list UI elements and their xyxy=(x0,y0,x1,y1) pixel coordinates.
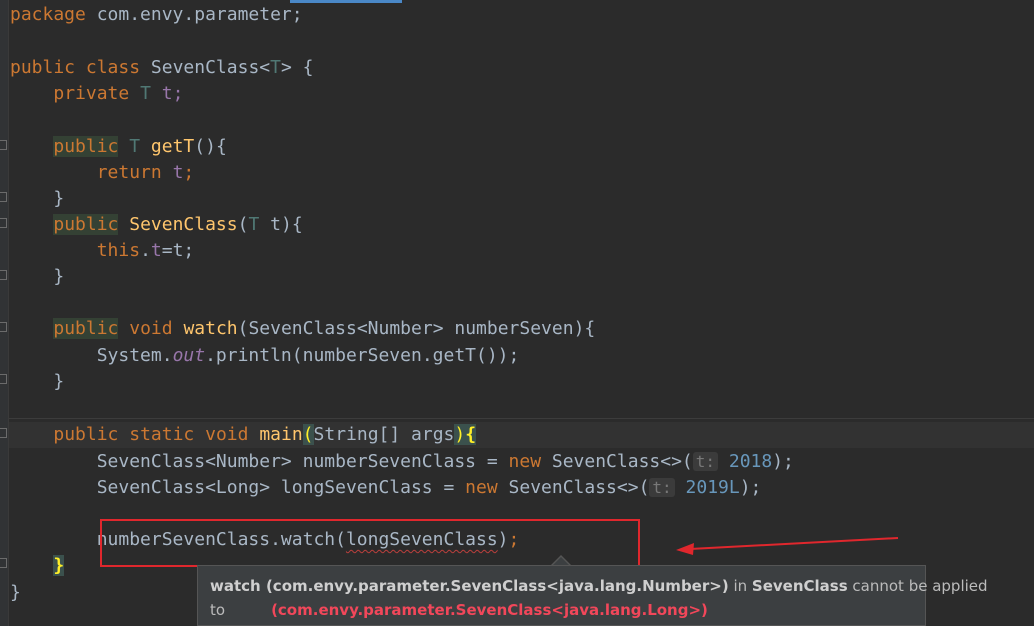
tooltip-error-type: (com.envy.parameter.SevenClass<java.lang… xyxy=(271,601,708,619)
tooltip-class-name: SevenClass xyxy=(751,577,848,595)
tooltip-text: in xyxy=(728,577,752,595)
tooltip-text: to xyxy=(210,601,226,619)
annotation-arrow-icon xyxy=(676,537,899,555)
error-tooltip: watch (com.envy.parameter.SevenClass<jav… xyxy=(197,565,988,626)
tooltip-line: to (com.envy.parameter.SevenClass<java.la… xyxy=(210,598,913,622)
tooltip-text: cannot be applied xyxy=(847,577,988,595)
tooltip-line: watch (com.envy.parameter.SevenClass<jav… xyxy=(210,574,988,598)
tooltip-method-signature: watch (com.envy.parameter.SevenClass<jav… xyxy=(210,577,729,595)
